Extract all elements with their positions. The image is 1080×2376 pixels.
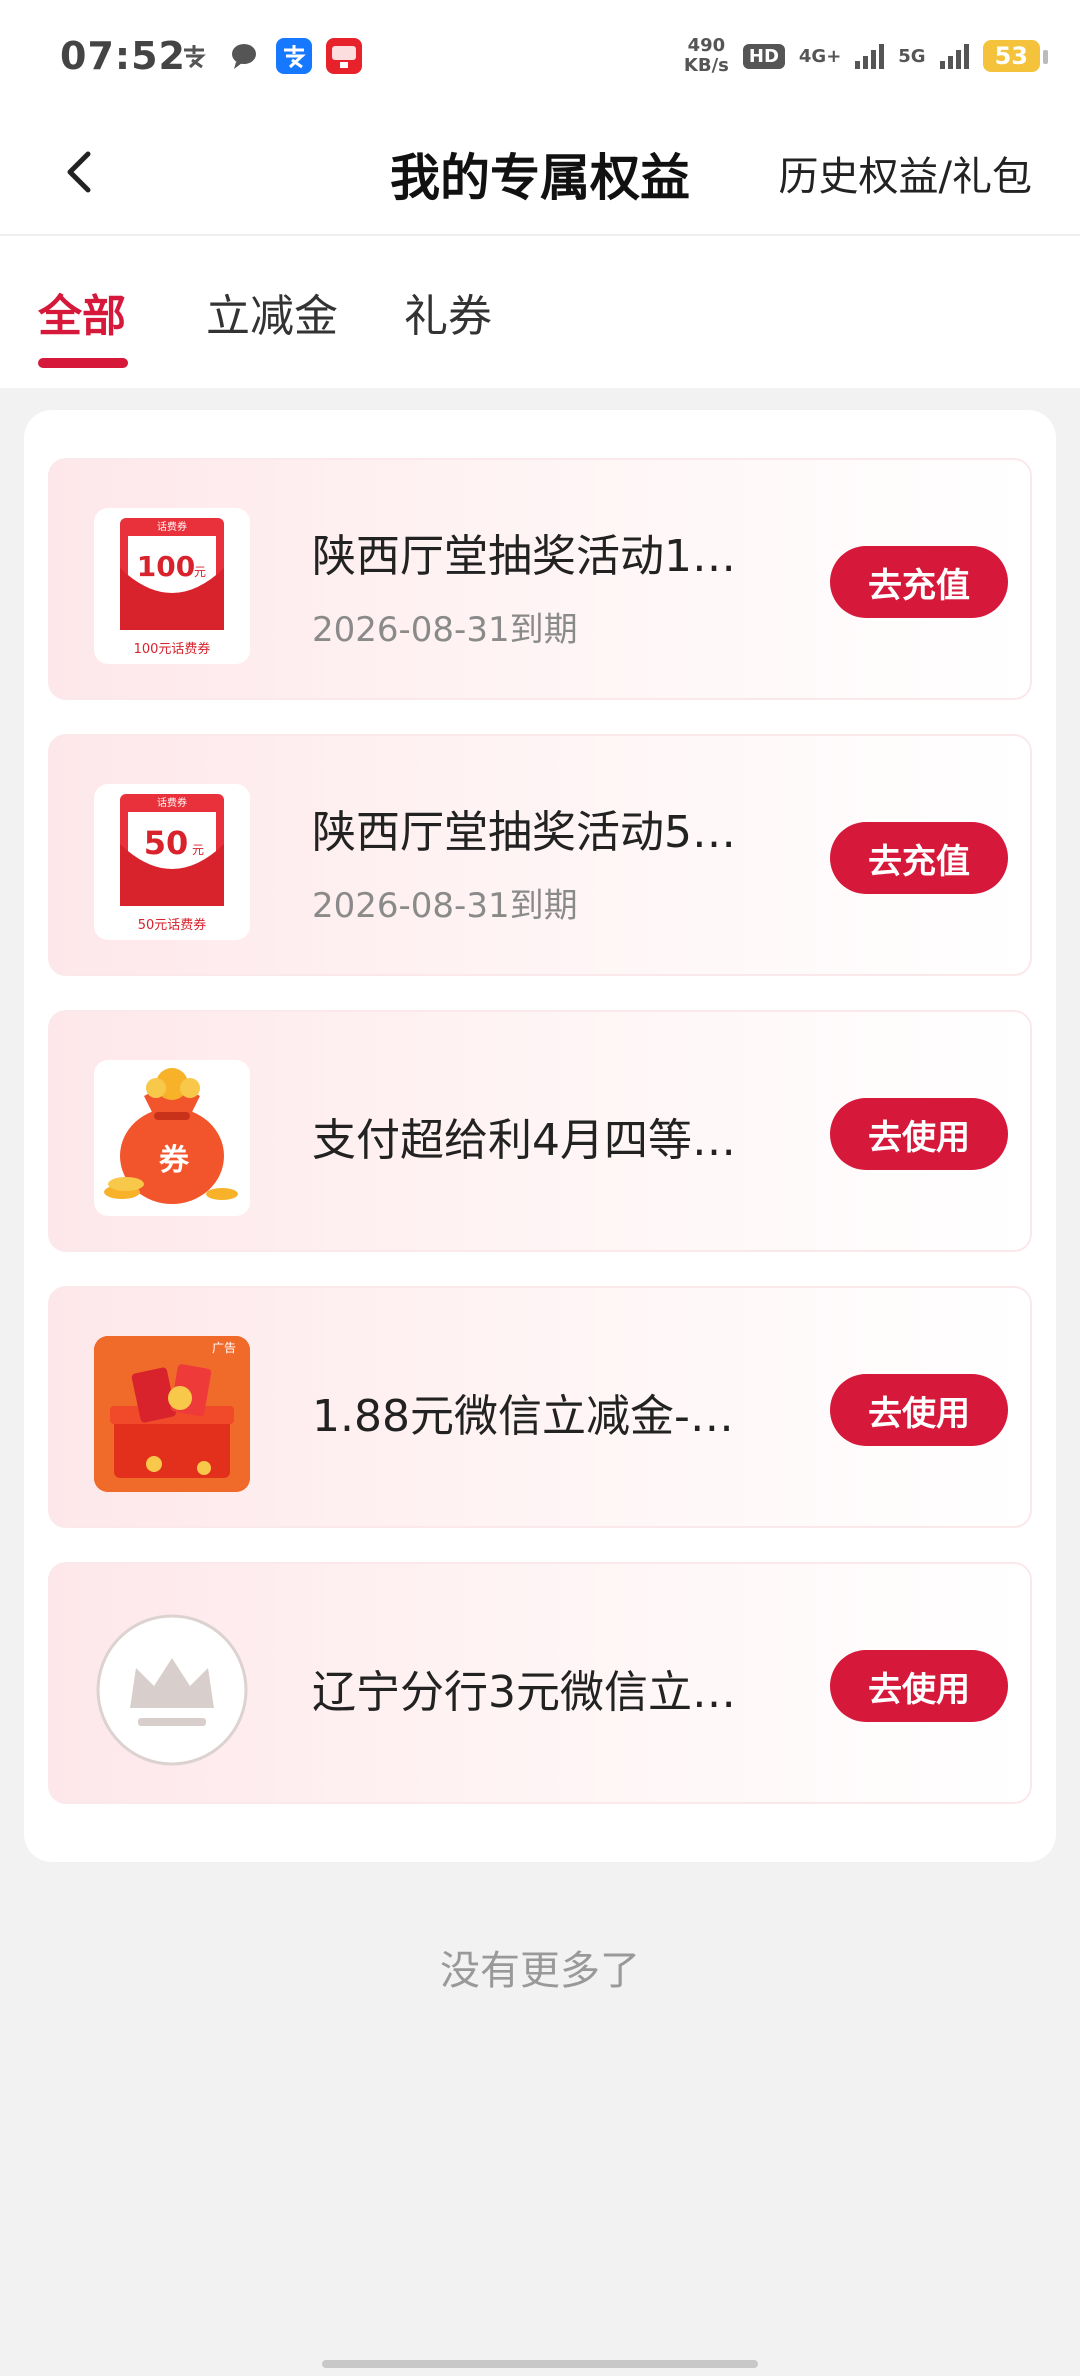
item-title: 陕西厅堂抽奖活动5… xyxy=(312,807,736,858)
network-type-2: 5G xyxy=(898,45,926,67)
item-title: 支付超给利4月四等… xyxy=(312,1115,736,1166)
list-item[interactable]: 话费券 100 元 100元话费券 陕西厅堂抽奖活动1… 2026-08-31到… xyxy=(48,458,1032,700)
coupon-unit: 元 xyxy=(194,565,206,579)
tab-coupon[interactable]: 礼券 xyxy=(404,280,492,344)
network-type-1: 4G+ xyxy=(798,45,842,67)
signal-icon-2 xyxy=(939,43,969,69)
item-title: 陕西厅堂抽奖活动1… xyxy=(312,531,736,582)
coupon-value: 100 xyxy=(137,550,195,583)
category-tabs: 全部 立减金 礼券 xyxy=(0,236,1080,388)
no-more-text: 没有更多了 xyxy=(440,1948,640,1994)
list-item[interactable]: 话费券 50 元 50元话费券 陕西厅堂抽奖活动5… 2026-08-31到期 … xyxy=(48,734,1032,976)
app-notification-icon xyxy=(326,38,362,74)
network-speed: 490 KB/s xyxy=(683,35,729,76)
tab-indicator xyxy=(38,358,128,368)
coupon-top-text: 话费券 xyxy=(157,520,187,533)
phone-bill-coupon-thumbnail: 话费券 50 元 50元话费券 xyxy=(94,784,250,940)
status-time: 07:52 xyxy=(60,34,186,78)
list-item[interactable]: 辽宁分行3元微信立… 去使用 xyxy=(48,1562,1032,1804)
recharge-button[interactable]: 去充值 xyxy=(830,546,1008,618)
tab-discount[interactable]: 立减金 xyxy=(206,280,338,344)
coupon-bag-thumbnail: 券 xyxy=(94,1060,250,1216)
battery-icon: 53 xyxy=(982,40,1049,72)
recharge-button[interactable]: 去充值 xyxy=(830,822,1008,894)
phone-bill-coupon-thumbnail: 话费券 100 元 100元话费券 xyxy=(94,508,250,664)
hd-icon: HD xyxy=(742,43,785,69)
list-item[interactable]: 广告 1.88元微信立减金-… 去使用 xyxy=(48,1286,1032,1528)
nav-header: 我的专属权益 历史权益/礼包 xyxy=(0,112,1080,236)
coupon-value: 50 xyxy=(144,824,189,862)
coupon-bag-text: 券 xyxy=(159,1143,190,1178)
ad-badge: 广告 xyxy=(212,1341,236,1355)
signal-icon-1 xyxy=(855,43,885,69)
use-button[interactable]: 去使用 xyxy=(830,1098,1008,1170)
list-item[interactable]: 券 支付超给利4月四等… 去使用 xyxy=(48,1010,1032,1252)
item-title: 1.88元微信立减金-… xyxy=(312,1391,734,1442)
system-icons: 490 KB/s HD 4G+ 5G 53 xyxy=(683,35,1049,76)
history-benefits-link[interactable]: 历史权益/礼包 xyxy=(779,144,1032,202)
alipay-icon xyxy=(276,38,312,74)
item-title: 辽宁分行3元微信立… xyxy=(312,1667,736,1718)
use-button[interactable]: 去使用 xyxy=(830,1650,1008,1722)
message-icon xyxy=(226,38,262,74)
coupon-caption: 100元话费券 xyxy=(134,641,211,657)
home-indicator[interactable] xyxy=(322,2360,758,2368)
crown-thumbnail xyxy=(94,1612,250,1768)
benefits-list: 话费券 100 元 100元话费券 陕西厅堂抽奖活动1… 2026-08-31到… xyxy=(24,410,1056,1862)
pay-notification-icon xyxy=(176,38,212,74)
coupon-unit: 元 xyxy=(192,843,204,857)
use-button[interactable]: 去使用 xyxy=(830,1374,1008,1446)
item-expiry: 2026-08-31到期 xyxy=(312,610,578,650)
item-expiry: 2026-08-31到期 xyxy=(312,886,578,926)
notification-icons xyxy=(176,38,362,74)
gift-box-thumbnail: 广告 xyxy=(94,1336,250,1492)
status-bar: 07:52 490 KB/s HD 4G+ 5G 53 xyxy=(0,0,1080,112)
tab-all[interactable]: 全部 xyxy=(38,280,126,344)
app-root: 07:52 490 KB/s HD 4G+ 5G 53 我的专属权益 历史权益/… xyxy=(0,0,1080,2376)
coupon-caption: 50元话费券 xyxy=(138,917,207,933)
coupon-top-text: 话费券 xyxy=(157,796,187,809)
